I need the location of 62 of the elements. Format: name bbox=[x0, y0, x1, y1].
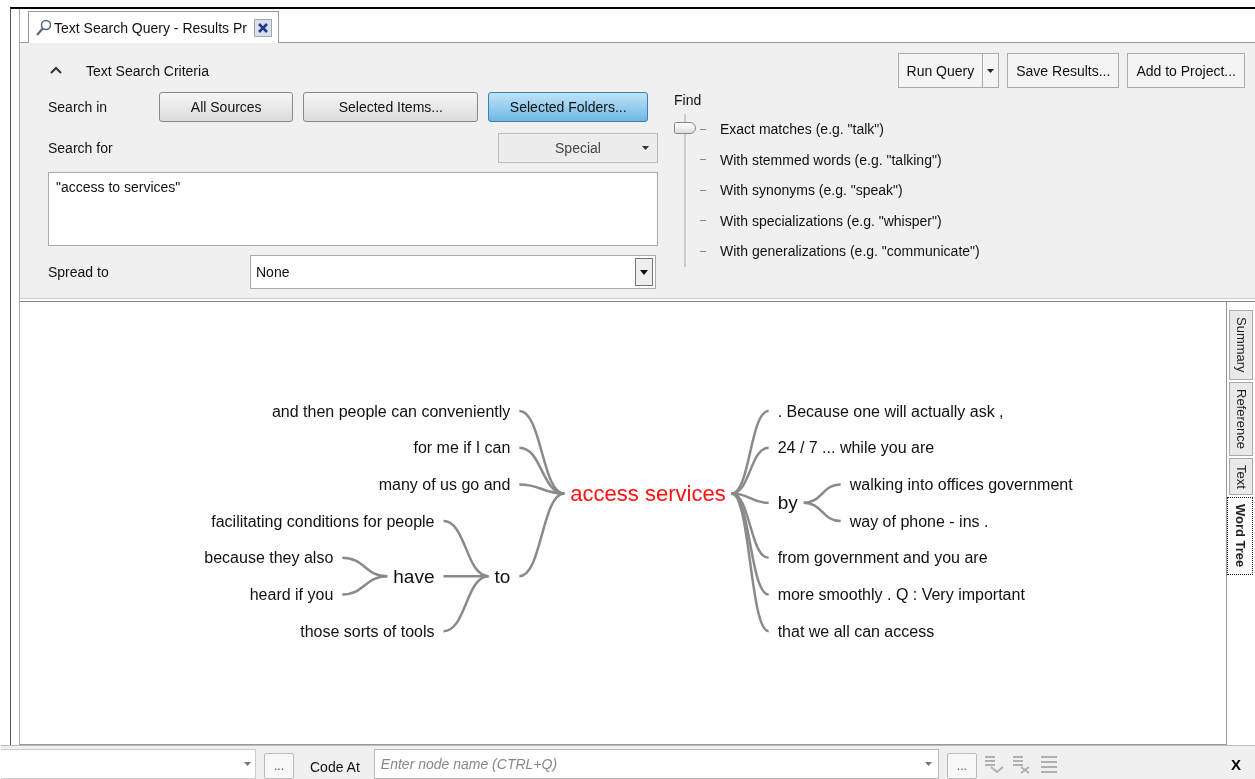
caret-icon bbox=[987, 68, 995, 73]
action-button[interactable]: Add to Project... bbox=[1127, 53, 1245, 88]
field-label: Search in bbox=[48, 99, 109, 115]
tree-phrase: 24 / 7 ... while you are bbox=[777, 439, 935, 457]
run-query-button[interactable]: Run Query bbox=[897, 53, 983, 88]
tree-phrase: walking into offices government bbox=[849, 475, 1073, 493]
branch-word: have bbox=[393, 565, 435, 587]
tree-phrase: way of phone - ins . bbox=[849, 512, 989, 530]
tree-phrase: facilitating conditions for people bbox=[211, 512, 435, 530]
tree-phrase: because they also bbox=[204, 549, 334, 567]
search-field[interactable]: "access to services" bbox=[48, 172, 658, 246]
match-option: With generalizations (e.g. "communicate") bbox=[720, 243, 980, 260]
query-tab[interactable]: Text Search Query - Results Pr bbox=[28, 11, 279, 43]
scope-button[interactable]: All Sources bbox=[159, 92, 294, 122]
match-option: With stemmed words (e.g. "talking") bbox=[720, 151, 942, 168]
tree-phrase: and then people can conveniently bbox=[271, 402, 511, 420]
browse-button[interactable]: ... bbox=[264, 753, 294, 779]
scope-button[interactable]: Selected Folders... bbox=[488, 92, 648, 122]
tree-phrase: heard if you bbox=[249, 586, 334, 603]
action-button[interactable]: Save Results... bbox=[1007, 53, 1120, 88]
slider-thumb[interactable] bbox=[674, 122, 696, 134]
tree-phrase: from government and you are bbox=[777, 549, 988, 567]
view-tab[interactable]: Reference bbox=[1229, 381, 1253, 456]
match-option: With specializations (e.g. "whisper") bbox=[720, 212, 942, 229]
chevron-up-icon[interactable] bbox=[50, 66, 62, 75]
special-dropdown[interactable]: Special bbox=[498, 133, 658, 163]
connector-line bbox=[803, 501, 841, 523]
branch-word: to bbox=[494, 565, 511, 587]
spread-dropdown[interactable]: None bbox=[250, 255, 656, 289]
view-tab[interactable]: Summary bbox=[1229, 310, 1253, 380]
field-label: Search for bbox=[48, 140, 114, 156]
view-tab[interactable]: Word Tree bbox=[1227, 497, 1253, 575]
caret-icon bbox=[640, 269, 648, 275]
section-title: Text Search Criteria bbox=[86, 62, 210, 79]
code-at-label: Code At bbox=[310, 758, 360, 775]
tree-phrase: that we all can access bbox=[777, 622, 935, 640]
browse-button[interactable]: ... bbox=[946, 753, 977, 779]
match-option: With synonyms (e.g. "speak") bbox=[720, 182, 903, 199]
connector-line bbox=[803, 483, 841, 504]
root-word: access services bbox=[570, 481, 726, 507]
connector-line bbox=[342, 574, 388, 596]
search-icon bbox=[35, 19, 51, 36]
close-icon bbox=[256, 21, 269, 34]
close-button[interactable] bbox=[253, 18, 272, 37]
close-button[interactable]: X bbox=[1231, 755, 1241, 773]
scope-button[interactable]: Selected Items... bbox=[303, 92, 479, 122]
tree-phrase: more smoothly . Q : Very important bbox=[777, 586, 1025, 603]
tree-phrase: for me if I can bbox=[413, 439, 511, 457]
dropdown-button[interactable] bbox=[982, 53, 1000, 88]
tree-phrase: many of us go and bbox=[378, 475, 511, 493]
branch-word: by bbox=[777, 492, 798, 514]
tree-phrase: . Because one will actually ask , bbox=[777, 402, 1004, 420]
tab-title: Text Search Query - Results Pr bbox=[54, 19, 247, 36]
caret-icon bbox=[642, 146, 649, 150]
list-arrow-icon bbox=[982, 754, 1005, 774]
field-label: Spread to bbox=[48, 264, 110, 280]
find-label: Find bbox=[674, 92, 703, 108]
view-tab[interactable]: Text bbox=[1229, 457, 1253, 496]
caret-icon bbox=[244, 762, 251, 766]
tree-phrase: those sorts of tools bbox=[300, 622, 435, 640]
lines-icon bbox=[1038, 754, 1059, 774]
match-option: Exact matches (e.g. "talk") bbox=[720, 121, 884, 138]
